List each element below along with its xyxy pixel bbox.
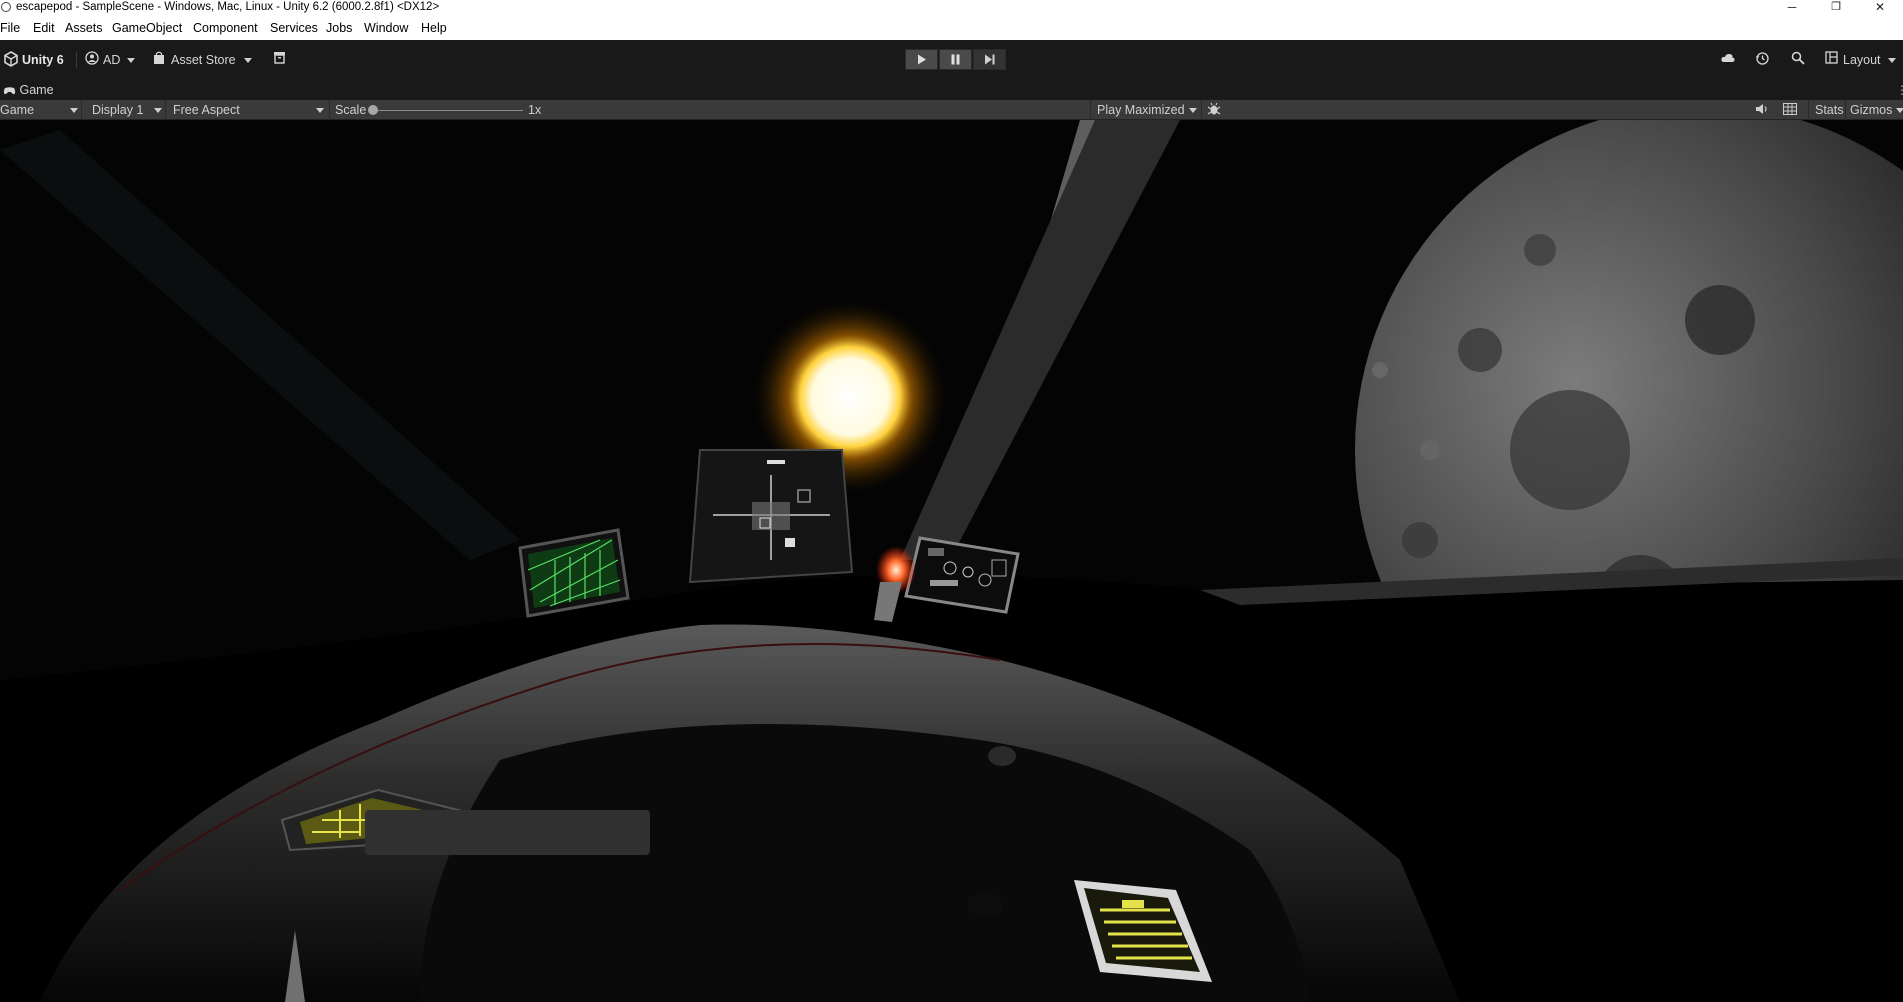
scale-value: 1x xyxy=(528,103,542,117)
unity-version-label[interactable]: Unity 6 xyxy=(22,40,64,80)
menu-gameobject[interactable]: GameObject xyxy=(112,21,182,35)
view-mode-caret xyxy=(70,100,78,120)
menu-assets[interactable]: Assets xyxy=(65,21,103,35)
unity-app-icon xyxy=(1,2,11,12)
scale-slider-thumb[interactable] xyxy=(368,105,378,115)
pause-icon xyxy=(951,54,960,65)
layout-icon xyxy=(1825,51,1843,69)
menu-bar: File Edit Assets GameObject Component Se… xyxy=(0,16,1903,40)
scale-label: Scale xyxy=(335,103,367,117)
bug-icon[interactable] xyxy=(1207,100,1221,120)
close-button[interactable]: ✕ xyxy=(1858,0,1902,16)
unity-logo-icon xyxy=(3,51,21,69)
play-mode-caret xyxy=(1189,100,1197,120)
aspect-label: Free Aspect xyxy=(173,103,240,117)
layout-dropdown-caret[interactable] xyxy=(1888,40,1896,80)
menu-window[interactable]: Window xyxy=(364,21,408,35)
more-icon[interactable]: ⋮ xyxy=(1896,83,1903,97)
aspect-dropdown[interactable]: Free Aspect xyxy=(166,100,330,120)
aspect-caret xyxy=(316,100,324,120)
tab-game-label: Game xyxy=(19,83,54,97)
cloud-icon[interactable] xyxy=(1720,51,1738,69)
audio-icon[interactable] xyxy=(1755,100,1769,120)
menu-help[interactable]: Help xyxy=(421,21,447,35)
radar-display-screen xyxy=(688,449,854,584)
window-title: escapepod - SampleScene - Windows, Mac, … xyxy=(16,1,440,13)
asset-store-button[interactable]: Asset Store xyxy=(171,40,236,80)
account-dropdown-caret[interactable] xyxy=(127,40,135,80)
main-toolbar: Unity 6 AD Asset Store Layout xyxy=(0,40,1903,80)
layout-dropdown[interactable]: Layout xyxy=(1843,40,1881,80)
play-button[interactable] xyxy=(905,49,938,70)
history-icon[interactable] xyxy=(1755,51,1773,69)
view-mode-dropdown[interactable]: Game xyxy=(0,100,82,120)
tab-game[interactable]: Game xyxy=(0,80,54,100)
game-view-toolbar: Game Display 1 Free Aspect Scale 1x Play… xyxy=(0,100,1903,120)
step-button[interactable] xyxy=(973,49,1006,70)
game-view-viewport[interactable] xyxy=(0,120,1903,1002)
search-icon[interactable] xyxy=(1791,51,1809,69)
play-mode-dropdown[interactable]: Play Maximized xyxy=(1090,100,1202,120)
account-button[interactable]: AD xyxy=(103,40,120,80)
stats-button[interactable]: Stats xyxy=(1808,100,1844,120)
gizmos-button[interactable]: Gizmos xyxy=(1845,100,1892,120)
grid-icon[interactable] xyxy=(1783,100,1797,120)
scale-slider-track[interactable] xyxy=(373,110,523,111)
menu-services[interactable]: Services xyxy=(270,21,318,35)
game-scene-render xyxy=(0,120,1903,1002)
pause-button[interactable] xyxy=(939,49,972,70)
asset-store-dropdown-caret[interactable] xyxy=(244,40,252,80)
menu-file[interactable]: File xyxy=(0,21,20,35)
display-caret xyxy=(154,100,162,120)
minimize-button[interactable]: ─ xyxy=(1770,0,1814,16)
window-title-bar: escapepod - SampleScene - Windows, Mac, … xyxy=(0,0,1903,16)
game-tab-bar: Game ⋮ xyxy=(0,80,1903,100)
account-icon xyxy=(85,51,103,69)
display-dropdown[interactable]: Display 1 xyxy=(82,100,166,120)
play-icon xyxy=(918,54,926,65)
gizmos-dropdown-caret[interactable] xyxy=(1896,100,1903,120)
menu-jobs[interactable]: Jobs xyxy=(326,21,352,35)
restore-button[interactable]: ❐ xyxy=(1814,0,1858,16)
toolbar-separator xyxy=(76,52,77,68)
asset-store-bag-icon xyxy=(153,51,171,69)
display-label: Display 1 xyxy=(92,103,144,117)
play-mode-label: Play Maximized xyxy=(1097,103,1185,117)
step-icon xyxy=(985,54,995,65)
gamepad-icon xyxy=(3,87,16,95)
view-mode-label: Game xyxy=(0,103,35,117)
package-icon[interactable] xyxy=(273,51,291,69)
menu-component[interactable]: Component xyxy=(193,21,258,35)
menu-edit[interactable]: Edit xyxy=(33,21,55,35)
